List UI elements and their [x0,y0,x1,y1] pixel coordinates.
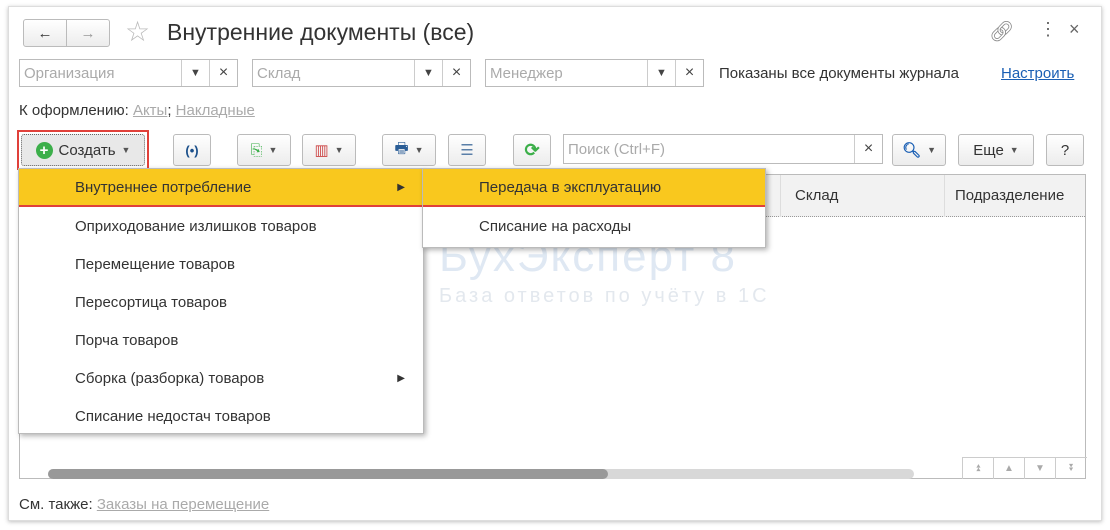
printer-icon: 🖶︎ [394,139,409,157]
menu-item-spoilage[interactable]: Порча товаров [19,321,423,359]
more-actions-icon[interactable]: ⋮ [1039,19,1057,40]
refresh-button[interactable]: ⟳ [513,134,551,166]
chevron-right-icon: ▶ [397,181,405,193]
menu-item-surplus[interactable]: Оприходование излишков товаров [19,207,423,245]
page-title: Внутренние документы (все) [167,19,475,45]
create-menu: Внутреннее потребление ▶ Оприходование из… [18,168,424,434]
menu-item-shortage[interactable]: Списание недостач товаров [19,397,423,435]
reports-button[interactable]: ▥ ▼ [302,134,356,166]
link-icon[interactable]: 🔗︎ [989,19,1014,44]
footer: См. также: Заказы на перемещение [19,496,270,513]
create-button[interactable]: + Создать ▼ [21,134,145,166]
last-icon[interactable]: ⏬︎ [1056,458,1087,479]
menu-item-transfer[interactable]: Перемещение товаров [19,245,423,283]
chevron-down-icon[interactable]: ▼ [647,60,675,86]
warehouse-filter[interactable]: Склад ▼ × [252,59,471,87]
menu-item-assembly[interactable]: Сборка (разборка) товаров ▶ [19,359,423,397]
clear-icon[interactable]: × [209,60,237,86]
submenu-item-expense-writeoff[interactable]: Списание на расходы [423,207,765,245]
search-input[interactable]: Поиск (Ctrl+F) × [563,134,883,164]
close-icon[interactable]: × [1069,19,1080,40]
chevron-down-icon[interactable]: ▼ [181,60,209,86]
search-options-button[interactable]: 🔍︎ ▼ [892,134,946,166]
h-scrollbar[interactable] [48,469,914,479]
forward-button[interactable]: → [66,19,110,47]
help-button[interactable]: ? [1046,134,1084,166]
report-icon: ▥ [314,142,329,159]
submenu-item-commissioning[interactable]: Передача в эксплуатацию [423,169,765,207]
transfer-orders-link[interactable]: Заказы на перемещение [97,496,269,513]
menu-item-internal-consumption[interactable]: Внутреннее потребление ▶ [19,169,423,207]
submenu: Передача в эксплуатацию Списание на расх… [422,168,766,248]
more-button[interactable]: Еще ▼ [958,134,1034,166]
invoices-link[interactable]: Накладные [176,102,255,119]
nav-buttons: ⏫︎ ▲ ▼ ⏬︎ [962,457,1087,479]
exchange-button[interactable]: (•) [173,134,211,166]
chevron-down-icon[interactable]: ▼ [414,60,442,86]
configure-link[interactable]: Настроить [1001,65,1074,82]
status-text: Показаны все документы журнала [719,65,959,82]
manager-filter[interactable]: Менеджер ▼ × [485,59,704,87]
organization-filter[interactable]: Организация ▼ × [19,59,238,87]
clear-icon[interactable]: × [442,60,470,86]
list-settings-button[interactable]: ☰ [448,134,486,166]
scrollbar-thumb[interactable] [48,469,608,479]
chevron-right-icon: ▶ [397,372,405,384]
menu-item-regrading[interactable]: Пересортица товаров [19,283,423,321]
favorite-star-icon[interactable]: ☆ [125,15,150,48]
documents-icon: ⎘ [250,141,263,159]
back-button[interactable]: ← [23,19,67,47]
print-button[interactable]: 🖶︎ ▼ [382,134,436,166]
column-header-warehouse[interactable]: Склад [780,175,944,217]
clear-icon[interactable]: × [854,135,882,163]
up-icon[interactable]: ▲ [994,458,1025,479]
to-process: К оформлению: Акты; Накладные [19,102,255,119]
down-icon[interactable]: ▼ [1025,458,1056,479]
first-icon[interactable]: ⏫︎ [963,458,994,479]
acts-link[interactable]: Акты [133,102,167,119]
clear-icon[interactable]: × [675,60,703,86]
create-based-on-button[interactable]: ⎘ ▼ [237,134,291,166]
plus-circle-icon: + [35,141,53,159]
column-header-department[interactable]: Подразделение [944,175,1086,217]
search-icon: 🔍︎ [902,142,922,159]
